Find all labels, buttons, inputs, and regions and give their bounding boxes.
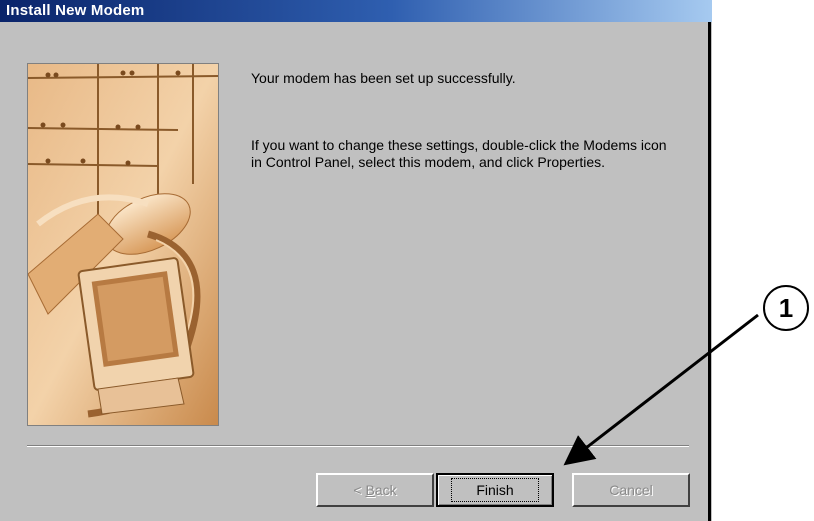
callout-badge: 1 bbox=[763, 285, 809, 331]
callout-number: 1 bbox=[778, 292, 794, 323]
arrow-icon bbox=[563, 313, 759, 466]
